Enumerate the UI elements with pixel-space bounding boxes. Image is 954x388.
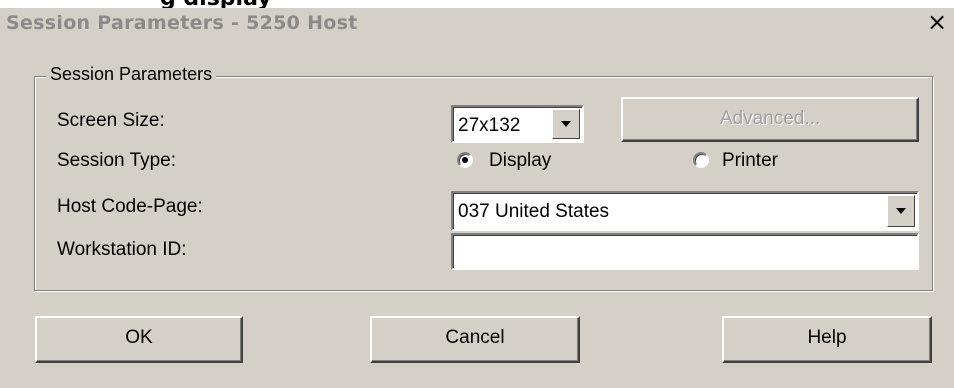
radio-selected-dot xyxy=(462,157,468,163)
cropped-header-strip: g display xyxy=(0,0,954,8)
chevron-down-icon[interactable] xyxy=(887,195,915,227)
host-code-page-label: Host Code-Page: xyxy=(57,196,203,217)
session-type-label: Session Type: xyxy=(57,150,177,171)
screen-size-label: Screen Size: xyxy=(57,110,165,131)
title-bar: g display Session Parameters - 5250 Host… xyxy=(0,0,954,40)
display-radio-label[interactable]: Display xyxy=(489,150,551,172)
cropped-header-text: g display xyxy=(160,0,272,8)
screen-size-value: 27x132 xyxy=(458,115,521,136)
ok-button[interactable]: OK xyxy=(35,316,243,363)
advanced-button-label: Advanced... xyxy=(719,108,821,129)
close-icon[interactable]: × xyxy=(925,10,949,34)
cancel-button[interactable]: Cancel xyxy=(370,316,580,363)
display-radio[interactable] xyxy=(457,152,473,168)
window-title: Session Parameters - 5250 Host xyxy=(6,12,358,34)
advanced-button[interactable]: Advanced... xyxy=(621,97,919,142)
group-legend: Session Parameters xyxy=(46,64,217,85)
host-code-page-value: 037 United States xyxy=(458,201,610,222)
chevron-down-icon[interactable] xyxy=(552,109,580,139)
printer-radio-label[interactable]: Printer xyxy=(722,150,778,172)
workstation-id-label: Workstation ID: xyxy=(57,239,187,260)
screen-size-select[interactable]: 27x132 xyxy=(451,105,584,143)
host-code-page-select[interactable]: 037 United States xyxy=(451,191,919,231)
cancel-button-label: Cancel xyxy=(445,327,505,348)
help-button-label: Help xyxy=(807,327,847,348)
ok-button-label: OK xyxy=(125,327,153,348)
workstation-id-input[interactable] xyxy=(451,233,919,270)
help-button[interactable]: Help xyxy=(722,316,932,363)
printer-radio[interactable] xyxy=(693,152,709,168)
